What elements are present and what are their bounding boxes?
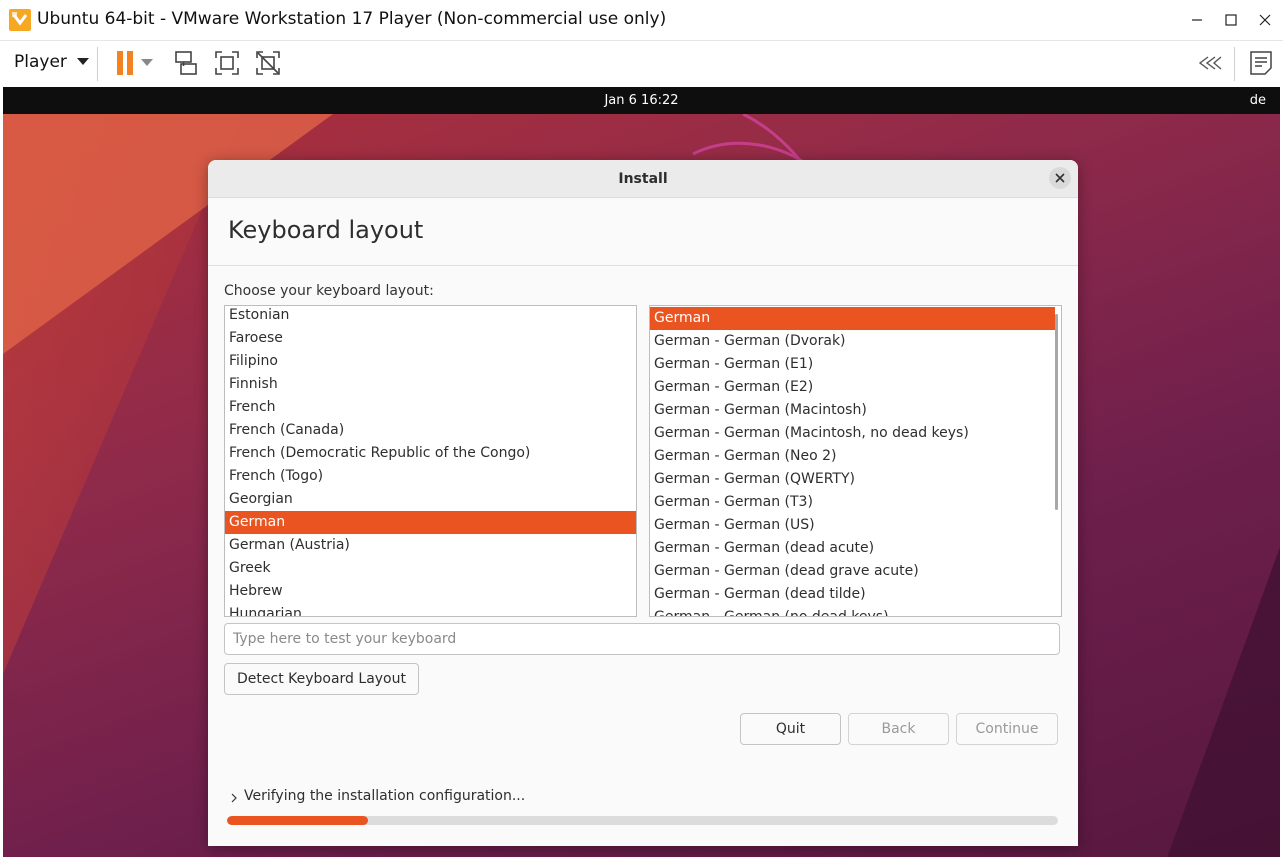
window-titlebar: Ubuntu 64-bit - VMware Workstation 17 Pl… [0,0,1283,40]
variant-list-scrollbar[interactable] [1055,314,1058,510]
variant-list-item[interactable]: German - German (Macintosh) [650,399,1055,422]
variant-list-item[interactable]: German - German (QWERTY) [650,468,1055,491]
player-menu-label: Player [14,52,67,72]
chevron-down-icon [76,58,89,65]
detect-keyboard-layout-button[interactable]: Detect Keyboard Layout [224,663,419,695]
layout-list-item[interactable]: Hebrew [225,580,636,603]
collapse-icon[interactable] [1194,48,1226,78]
layout-list-item[interactable]: German [225,511,636,534]
vmware-logo-icon [9,9,31,31]
gnome-top-bar: Jan 6 16:22 de [3,87,1280,114]
dialog-title: Install [618,171,668,187]
layout-list-item[interactable]: Georgian [225,488,636,511]
unity-icon[interactable] [252,48,284,78]
layout-list-item[interactable]: French (Togo) [225,465,636,488]
progress-bar-fill [227,816,369,825]
variant-list-item[interactable]: German [650,307,1055,330]
layout-list-item[interactable]: French [225,396,636,419]
toolbar-divider [1234,47,1235,81]
layout-list-item[interactable]: French (Canada) [225,419,636,442]
dropdown-arrow-icon[interactable] [137,48,157,78]
back-button[interactable]: Back [848,713,949,745]
variant-list-item[interactable]: German - German (Macintosh, no dead keys… [650,422,1055,445]
layout-list-item[interactable]: Filipino [225,350,636,373]
quit-button[interactable]: Quit [740,713,841,745]
layout-list-item[interactable]: German (Austria) [225,534,636,557]
variant-list-item[interactable]: German - German (dead tilde) [650,583,1055,606]
layout-list-item[interactable]: Greek [225,557,636,580]
variant-list-item[interactable]: German - German (no dead keys) [650,606,1055,616]
progress-status-text: Verifying the installation configuration… [244,788,526,804]
page-title: Keyboard layout [228,216,424,244]
maximize-icon[interactable] [1216,6,1246,34]
input-source-indicator[interactable]: de [1250,93,1266,108]
close-icon[interactable] [1250,6,1280,34]
choose-layout-label: Choose your keyboard layout: [224,283,434,299]
send-ctrl-alt-del-icon[interactable] [170,48,202,78]
variant-list-item[interactable]: German - German (dead acute) [650,537,1055,560]
progress-status[interactable]: Verifying the installation configuration… [230,788,525,804]
variant-list-item[interactable]: German - German (T3) [650,491,1055,514]
close-icon[interactable] [1049,167,1071,189]
variant-list-item[interactable]: German - German (Dvorak) [650,330,1055,353]
window-title: Ubuntu 64-bit - VMware Workstation 17 Pl… [37,9,667,29]
full-screen-icon[interactable] [211,48,243,78]
minimize-icon[interactable] [1182,6,1212,34]
chevron-right-icon [231,793,237,803]
variant-list-item[interactable]: German - German (dead grave acute) [650,560,1055,583]
divider [208,265,1078,266]
wallpaper-shape [1160,547,1280,857]
layout-list[interactable]: Estonian Faroese Filipino Finnish French Fren… [224,305,637,617]
layout-list-item[interactable]: Estonian [225,306,636,327]
clock[interactable]: Jan 6 16:22 [3,93,1280,108]
progress-bar [227,816,1058,825]
variant-list-item[interactable]: German - German (E2) [650,376,1055,399]
vmware-toolbar: Player [0,40,1283,88]
variant-list[interactable]: German German - German (Dvorak) German - G… [649,305,1062,617]
layout-list-item[interactable]: French (Democratic Republic of the Congo… [225,442,636,465]
variant-list-item[interactable]: German - German (Neo 2) [650,445,1055,468]
variant-list-item[interactable]: German - German (E1) [650,353,1055,376]
installer-dialog: Install Keyboard layout Choose your keyb… [208,160,1078,846]
keyboard-test-input[interactable] [224,623,1060,655]
toolbar-divider [97,47,98,81]
dialog-header: Install [208,160,1078,198]
continue-button[interactable]: Continue [956,713,1058,745]
message-log-icon[interactable] [1245,48,1277,78]
layout-list-item[interactable]: Faroese [225,327,636,350]
layout-list-item[interactable]: Hungarian [225,603,636,616]
layout-list-item[interactable]: Finnish [225,373,636,396]
player-menu-button[interactable]: Player [14,52,89,72]
variant-list-item[interactable]: German - German (US) [650,514,1055,537]
